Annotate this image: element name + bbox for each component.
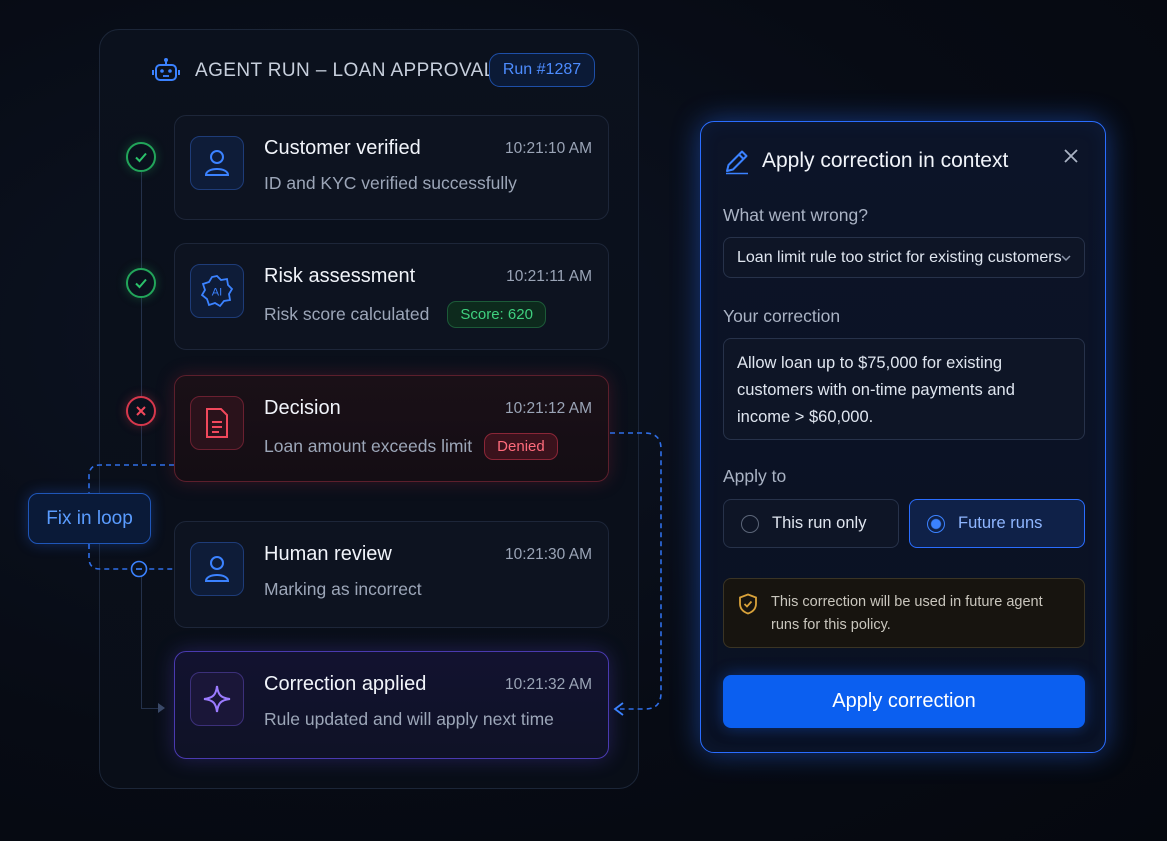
your-correction-textarea[interactable]: Allow loan up to $75,000 for existing cu… <box>723 338 1085 440</box>
close-icon[interactable] <box>1059 144 1083 168</box>
radio-this-run-only[interactable]: This run only <box>723 499 899 548</box>
radio-circle <box>741 514 759 533</box>
return-loop-connector <box>610 432 662 710</box>
apply-correction-panel: Apply correction in context What went wr… <box>700 121 1106 753</box>
radio-future-runs[interactable]: Future runs <box>909 499 1085 548</box>
pencil-icon <box>726 150 748 175</box>
what-went-wrong-label: What went wrong? <box>723 205 868 225</box>
fix-in-loop-label[interactable]: Fix in loop <box>28 493 151 544</box>
apply-correction-button[interactable]: Apply correction <box>723 675 1085 728</box>
radio-label: This run only <box>772 514 867 532</box>
app-canvas: AGENT RUN – LOAN APPROVAL Run #1287 Cust… <box>0 0 1167 841</box>
your-correction-label: Your correction <box>723 306 841 326</box>
apply-to-label: Apply to <box>723 466 787 486</box>
shield-icon <box>739 593 757 615</box>
panel-title: Apply correction in context <box>762 149 1009 172</box>
notice-text: This correction will be used in future a… <box>771 594 1043 633</box>
chevron-down-icon <box>1061 255 1071 262</box>
fix-loop-connector-top <box>88 464 174 493</box>
fix-loop-connector-bottom <box>88 544 174 570</box>
radio-circle-selected <box>927 514 945 533</box>
radio-label: Future runs <box>958 514 1043 532</box>
select-value: Loan limit rule too strict for existing … <box>737 248 1062 266</box>
policy-notice: This correction will be used in future a… <box>723 578 1085 648</box>
what-went-wrong-select[interactable]: Loan limit rule too strict for existing … <box>723 237 1085 278</box>
